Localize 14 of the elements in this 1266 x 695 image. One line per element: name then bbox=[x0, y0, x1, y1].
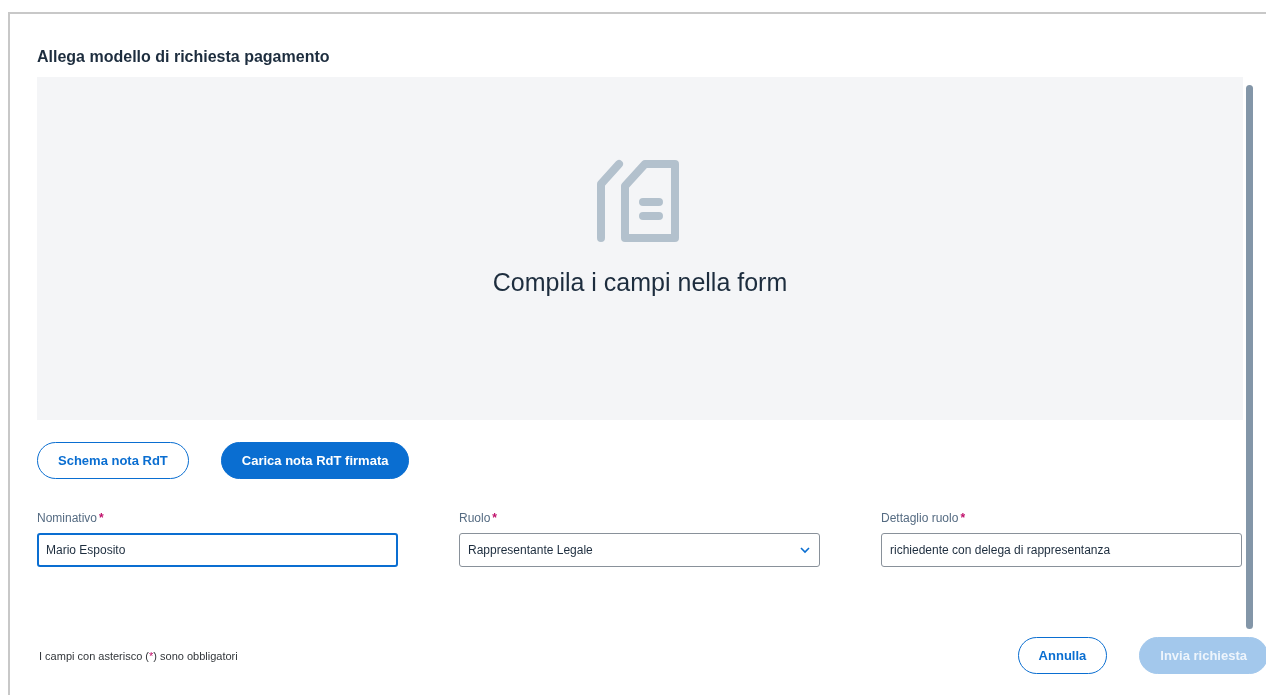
scrollbar[interactable] bbox=[1246, 85, 1253, 629]
cancel-button[interactable]: Annulla bbox=[1017, 637, 1108, 674]
template-button[interactable]: Schema nota RdT bbox=[37, 442, 189, 479]
field-label: Nominativo * bbox=[37, 511, 104, 527]
empty-message: Compila i campi nella form bbox=[492, 268, 788, 297]
input-field[interactable]: richiedente con delega di rappresentanza bbox=[881, 533, 1242, 567]
upload-button[interactable]: Carica nota RdT firmata bbox=[220, 442, 410, 479]
input-field[interactable]: Mario Esposito bbox=[37, 533, 398, 567]
select-field[interactable]: Rappresentante Legale bbox=[459, 533, 820, 567]
field-label: Dettaglio ruolo * bbox=[881, 511, 966, 527]
dialog-title: Allega modello di richiesta pagamento bbox=[37, 47, 330, 67]
required-note: I campi con asterisco (*) sono obbligatori bbox=[39, 649, 239, 662]
field-label: Ruolo * bbox=[459, 511, 498, 527]
chevron-down-icon bbox=[799, 544, 811, 556]
